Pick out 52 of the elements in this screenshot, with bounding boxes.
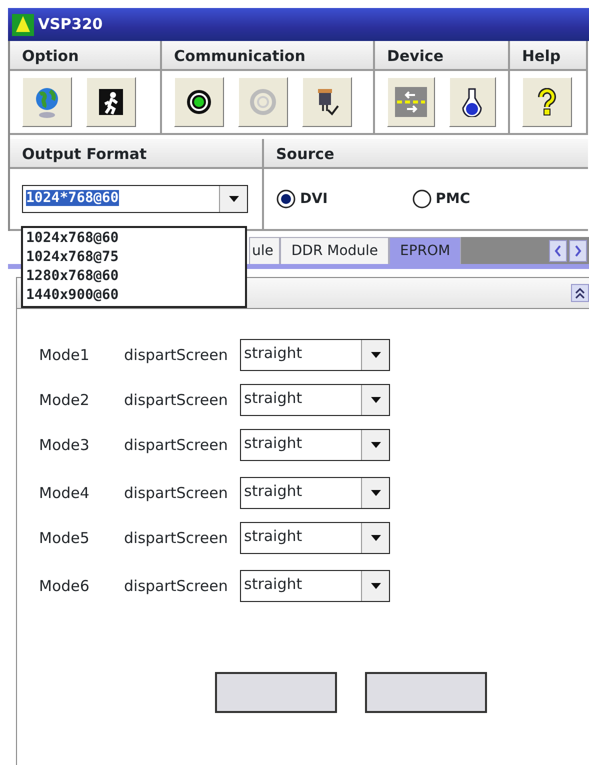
toolbar-button[interactable] [174, 77, 224, 127]
field-label: dispartScreen [124, 344, 229, 366]
mode-label: Mode1 [39, 344, 90, 366]
mode-dropdown[interactable]: straight [240, 384, 390, 416]
target-icon [186, 89, 212, 115]
scroll-right-icon[interactable] [569, 240, 587, 262]
ring-icon [250, 89, 276, 115]
toolbar-button[interactable] [302, 77, 352, 127]
logo-icon [12, 14, 34, 36]
toolbar-button[interactable] [522, 77, 572, 127]
field-label: dispartScreen [124, 528, 229, 549]
mode-dropdown[interactable]: straight [240, 429, 390, 461]
mode-label: Mode3 [39, 434, 90, 456]
radio-label[interactable]: DVI [300, 188, 328, 210]
window-title: VSP320 [38, 14, 103, 36]
field-label: dispartScreen [124, 482, 229, 504]
format-dropdown[interactable]: 1024*768@60 [22, 185, 248, 213]
exit-icon [99, 89, 123, 115]
flask-icon [461, 87, 484, 117]
mode-label: Mode4 [39, 482, 90, 504]
field-label: dispartScreen [124, 390, 229, 411]
toolbar-button[interactable] [448, 77, 496, 127]
mode-label: Mode6 [39, 576, 90, 597]
mode-dropdown[interactable]: straight [240, 477, 390, 509]
menu-group-header[interactable]: Option [10, 41, 160, 71]
radio-button[interactable] [276, 189, 296, 209]
tab[interactable]: EPROM [389, 237, 462, 264]
mode-dropdown[interactable]: straight [240, 522, 390, 554]
mode-label: Mode2 [39, 390, 90, 411]
dropdown-option[interactable]: 1024x768@75 [26, 248, 242, 267]
mode-label: Mode5 [39, 528, 90, 549]
mode-dropdown[interactable]: straight [240, 570, 390, 602]
section-header: Output Format [10, 139, 262, 169]
arrows-icon [394, 87, 427, 117]
question-icon [537, 88, 557, 116]
tab[interactable]: ule [249, 237, 280, 264]
radio-button[interactable] [412, 189, 432, 209]
tab[interactable]: DDR Module [280, 237, 390, 264]
toolbar-button[interactable] [86, 77, 136, 127]
field-label: dispartScreen [124, 576, 229, 597]
mode-dropdown[interactable]: straight [240, 339, 390, 371]
scroll-left-icon[interactable] [549, 240, 567, 262]
menu-group-header[interactable]: Device [375, 41, 508, 71]
field-label: dispartScreen [124, 434, 229, 456]
section-header: Source [264, 139, 588, 169]
dropdown-option[interactable]: 1024x768@60 [26, 229, 242, 248]
dropdown-option[interactable]: 1280x768@60 [26, 267, 242, 286]
menu-group-header[interactable]: Communication [162, 41, 373, 71]
radio-label[interactable]: PMC [436, 188, 470, 210]
dropdown-option[interactable]: 1440x900@60 [26, 286, 242, 305]
menu-group-header[interactable]: Help [510, 41, 586, 71]
collapse-icon[interactable] [571, 284, 589, 302]
